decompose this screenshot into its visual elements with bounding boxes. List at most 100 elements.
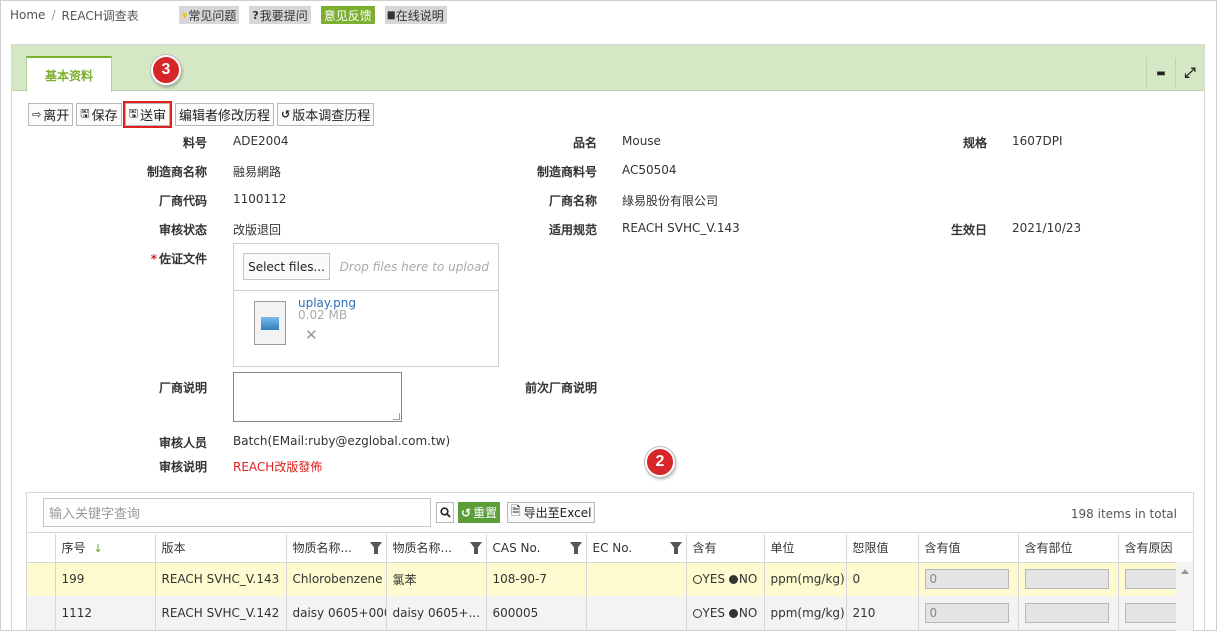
sort-arrow-icon[interactable]: ↓ [94, 542, 103, 555]
search-icon[interactable] [436, 502, 454, 523]
editor-history-button[interactable]: 编辑者修改历程 [175, 103, 275, 126]
reset-icon: ↺ [461, 505, 472, 520]
uploaded-file-size: 0.02 MB [298, 308, 348, 322]
ask-question-button[interactable]: ? 我要提问 [249, 6, 311, 24]
leave-button[interactable]: ⇨ 离开 [28, 103, 74, 126]
spec-label: 规格 [962, 136, 987, 150]
remove-file-icon[interactable]: ✕ [305, 326, 318, 344]
cell-threshold: 210 [845, 596, 918, 630]
lightbulb-icon: ▾ [181, 8, 188, 22]
panel-header: 基本资料 ▬ ⤢ [12, 45, 1204, 92]
cell-content-reason [1117, 596, 1177, 630]
tab-basic-info[interactable]: 基本资料 [26, 56, 112, 92]
mfr-part-value: AC50504 [622, 163, 677, 177]
radio-yes[interactable] [692, 575, 702, 585]
step-badge-3: 3 [151, 55, 181, 85]
breadcrumb-current: REACH调查表 [61, 8, 139, 23]
substance-table: 序号 ↓ 版本 物质名称... 物质名称... CAS No. EC No. 含有… [27, 534, 1177, 630]
header-substance-name-zh[interactable]: 物质名称... [385, 534, 486, 563]
filter-icon[interactable] [469, 542, 482, 554]
online-help-button[interactable]: ▆ 在线说明 [384, 6, 447, 24]
vendor-note-textarea[interactable] [233, 372, 402, 422]
content-value-input[interactable]: 0 [924, 569, 1009, 590]
header-content-reason[interactable]: 含有原因 [1117, 534, 1177, 563]
required-mark: * [150, 252, 157, 266]
table-row[interactable]: 1112 REACH SVHC_V.142 daisy 0605+000 dai… [27, 596, 1177, 630]
effective-date-label: 生效日 [950, 223, 987, 237]
vertical-scrollbar[interactable] [1176, 562, 1193, 631]
grid-toolbar: 输入关键字查询 ↺ 重置 🗎 导出至Excel 198 items in total [27, 493, 1193, 533]
book-icon: ▆ [387, 10, 395, 20]
header-unit[interactable]: 单位 [763, 534, 846, 563]
content-reason-input[interactable] [1124, 603, 1177, 623]
header-seq[interactable]: 序号 ↓ [54, 534, 155, 563]
history-icon: ↺ [281, 108, 291, 121]
feedback-button[interactable]: 意见反馈 [320, 6, 375, 24]
prev-vendor-note-label: 前次厂商说明 [524, 381, 597, 395]
keyword-search-input[interactable]: 输入关键字查询 [43, 498, 431, 527]
reviewer-value: Batch(EMail:ruby@ezglobal.com.tw) [233, 434, 451, 448]
review-status-label: 审核状态 [158, 223, 207, 237]
regulation-label: 适用规范 [548, 223, 597, 237]
cell-content-part [1017, 596, 1118, 630]
header-version[interactable]: 版本 [154, 534, 286, 563]
table-row[interactable]: 199 REACH SVHC_V.143 Chlorobenzene 氯苯 10… [27, 562, 1177, 596]
filter-icon[interactable] [369, 542, 382, 554]
product-name-label: 品名 [572, 136, 597, 150]
substance-grid: 输入关键字查询 ↺ 重置 🗎 导出至Excel 198 items in total… [26, 492, 1194, 631]
filter-icon[interactable] [669, 542, 682, 554]
file-upload: Select files... Drop files here to uploa… [233, 243, 499, 367]
filter-icon[interactable] [569, 542, 582, 554]
content-part-input[interactable] [1024, 603, 1109, 623]
save-button[interactable]: 🖫 保存 [76, 103, 122, 126]
review-note-label: 审核说明 [158, 460, 207, 474]
row-spacer [27, 596, 55, 630]
radio-yes[interactable] [692, 609, 702, 618]
header-content-part[interactable]: 含有部位 [1017, 534, 1118, 563]
cell-seq: 1112 [54, 596, 155, 630]
part-no-label: 料号 [182, 136, 207, 150]
spec-value: 1607DPI [1012, 134, 1063, 148]
cell-ec-no [585, 562, 686, 596]
submit-review-button[interactable]: 🖫 送审 [122, 101, 173, 128]
review-note-value: REACH改版發佈 [233, 460, 323, 474]
cell-substance-name-zh: daisy 0605+... [385, 596, 486, 630]
radio-no[interactable] [728, 575, 738, 585]
breadcrumb-home[interactable]: Home [10, 8, 45, 22]
expand-icon[interactable]: ⤢ [1175, 58, 1204, 88]
exit-icon: ⇨ [32, 108, 42, 121]
excel-icon: 🗎 [511, 504, 521, 518]
vendor-code-value: 1100112 [233, 192, 287, 206]
content-value-input[interactable]: 0 [924, 603, 1009, 623]
header-substance-name-en[interactable]: 物质名称... [285, 534, 386, 563]
header-ec-no[interactable]: EC No. [585, 534, 686, 563]
faq-button[interactable]: ▾ 常见问题 [178, 6, 240, 24]
cell-cas-no: 108-90-7 [485, 562, 586, 596]
header-threshold[interactable]: 恕限值 [845, 534, 918, 563]
cell-version: REACH SVHC_V.142 [154, 596, 286, 630]
cell-seq: 199 [54, 562, 155, 596]
reset-button[interactable]: ↺ 重置 [458, 502, 501, 523]
header-cas-no[interactable]: CAS No. [485, 534, 586, 563]
upload-dropzone[interactable]: Select files... Drop files here to uploa… [234, 244, 498, 291]
image-file-icon [254, 301, 286, 345]
header-content-value[interactable]: 含有值 [917, 534, 1018, 563]
cell-content-value: 0 [917, 562, 1018, 596]
minimize-icon[interactable]: ▬ [1146, 58, 1175, 88]
content-reason-input[interactable] [1124, 569, 1177, 590]
select-files-button[interactable]: Select files... [243, 253, 330, 280]
step-badge-2: 2 [645, 447, 675, 477]
vendor-name-label: 厂商名称 [548, 194, 597, 208]
cell-substance-name-en: daisy 0605+000 [285, 596, 386, 630]
evidence-label: * 佐证文件 [150, 252, 207, 266]
version-history-button[interactable]: ↺ 版本调查历程 [277, 103, 375, 126]
header-contains[interactable]: 含有 [685, 534, 764, 563]
radio-no[interactable] [728, 609, 738, 618]
cell-contains: YES NO [685, 596, 764, 630]
content-part-input[interactable] [1024, 569, 1109, 590]
top-bar: Home / REACH调查表 ▾ 常见问题 ? 我要提问 意见反馈 ▆ 在线说明 [10, 5, 447, 25]
regulation-value: REACH SVHC_V.143 [622, 221, 740, 235]
part-no-value: ADE2004 [233, 134, 289, 148]
export-excel-button[interactable]: 🗎 导出至Excel [507, 502, 596, 523]
cell-ec-no [585, 596, 686, 630]
